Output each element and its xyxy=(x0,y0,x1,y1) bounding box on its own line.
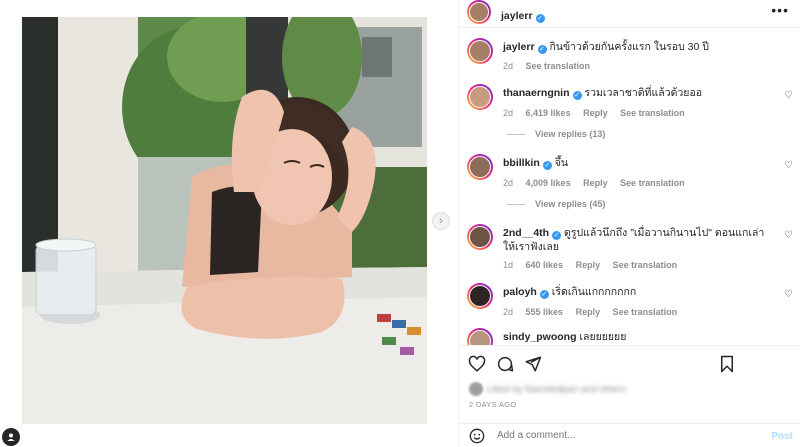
comment-age: 2d xyxy=(503,178,514,188)
comment-username[interactable]: 2nd__4th xyxy=(503,227,549,239)
bookmark-icon[interactable] xyxy=(717,354,737,374)
comment-avatar[interactable] xyxy=(467,84,493,110)
comment-text: เริ่ดเกินแกกกกกกก xyxy=(551,286,637,298)
add-comment-bar: Post xyxy=(459,423,800,447)
comment-avatar[interactable] xyxy=(467,224,493,250)
comment-likes[interactable]: 4,009 likes xyxy=(526,178,571,188)
see-translation-link[interactable]: See translation xyxy=(613,260,678,270)
comment-likes[interactable]: 640 likes xyxy=(526,260,564,270)
view-replies-button[interactable]: View replies (45) xyxy=(507,199,605,209)
add-comment-input[interactable] xyxy=(497,430,737,441)
comment-like-heart-icon[interactable]: ♡ xyxy=(784,289,793,300)
view-replies-label: View replies (45) xyxy=(535,199,606,209)
verified-badge-icon: ✓ xyxy=(539,290,549,299)
view-replies-label: View replies (13) xyxy=(535,129,606,139)
post-comment-button[interactable]: Post xyxy=(771,431,793,442)
chevron-right-icon[interactable]: › xyxy=(432,212,450,230)
comment-avatar[interactable] xyxy=(467,283,493,309)
view-replies-button[interactable]: View replies (13) xyxy=(507,129,605,139)
comment-username[interactable]: sindy_pwoong xyxy=(503,331,577,343)
instagram-post-view: › jaylerr ✓ ••• jaylerr ✓ กินข้าวด้วยกันคร… xyxy=(0,0,800,447)
verified-badge-icon: ✓ xyxy=(537,45,547,54)
comment-text: เลยยยยยย xyxy=(579,331,627,343)
author-username[interactable]: jaylerr xyxy=(501,10,533,22)
verified-badge-icon: ✓ xyxy=(535,14,545,23)
comment-age: 2d xyxy=(503,108,514,118)
liker-avatar xyxy=(469,382,483,396)
share-icon[interactable] xyxy=(523,354,543,374)
comment-username[interactable]: thanaerngnin xyxy=(503,87,570,99)
verified-badge-icon: ✓ xyxy=(552,231,562,240)
comment-age: 2d xyxy=(503,307,514,317)
comment-age: 1d xyxy=(503,260,514,270)
liked-by-text: Liked by Namekdipan and others xyxy=(487,383,626,395)
post-timestamp: 2 DAYS AGO xyxy=(469,400,517,409)
comment-like-heart-icon[interactable]: ♡ xyxy=(784,90,793,101)
see-translation-link[interactable]: See translation xyxy=(613,307,678,317)
comment-like-heart-icon[interactable]: ♡ xyxy=(784,230,793,241)
reply-button[interactable]: Reply xyxy=(576,307,601,317)
comment-item: sindy_pwoong เลยยยยยย xyxy=(467,328,797,345)
see-translation-link[interactable]: See translation xyxy=(620,178,685,188)
post-photo[interactable] xyxy=(22,17,427,424)
comment-avatar[interactable] xyxy=(467,154,493,180)
comment-username[interactable]: paloyh xyxy=(503,286,537,298)
see-translation-link[interactable]: See translation xyxy=(620,108,685,118)
more-options-icon[interactable]: ••• xyxy=(771,2,789,18)
reply-button[interactable]: Reply xyxy=(576,260,601,270)
heart-icon[interactable] xyxy=(467,354,487,374)
caption-age: 2d xyxy=(503,61,514,71)
caption-username[interactable]: jaylerr xyxy=(503,41,535,53)
comment-username[interactable]: bbillkin xyxy=(503,157,540,169)
smiley-icon[interactable] xyxy=(469,428,485,444)
comment-text: จึ้น xyxy=(554,157,569,169)
post-actions-bar xyxy=(459,345,800,375)
caption-text: กินข้าวด้วยกันครั้งแรก ในรอบ 30 ปี xyxy=(549,41,709,53)
comment-likes[interactable]: 555 likes xyxy=(526,307,564,317)
comment-likes[interactable]: 6,419 likes xyxy=(526,108,571,118)
account-avatar-icon[interactable] xyxy=(2,428,20,446)
reply-button[interactable]: Reply xyxy=(583,178,608,188)
post-sidebar: jaylerr ✓ ••• jaylerr ✓ กินข้าวด้วยกันครั้… xyxy=(458,0,800,447)
photo-pane: › xyxy=(0,0,458,447)
see-translation-link[interactable]: See translation xyxy=(526,61,591,71)
comment-icon[interactable] xyxy=(495,354,515,374)
author-avatar[interactable] xyxy=(467,0,491,24)
comment-avatar[interactable] xyxy=(467,328,493,345)
comment-like-heart-icon[interactable]: ♡ xyxy=(784,160,793,171)
verified-badge-icon: ✓ xyxy=(572,91,582,100)
liked-by-summary[interactable]: Liked by Namekdipan and others xyxy=(469,382,626,396)
post-header: jaylerr ✓ ••• xyxy=(459,0,800,28)
comment-text: รวมเวลาชาติที่แล้วด้วยออ xyxy=(584,87,703,99)
caption-avatar[interactable] xyxy=(467,38,493,64)
photo-illustration xyxy=(22,17,427,424)
reply-button[interactable]: Reply xyxy=(583,108,608,118)
verified-badge-icon: ✓ xyxy=(542,161,552,170)
